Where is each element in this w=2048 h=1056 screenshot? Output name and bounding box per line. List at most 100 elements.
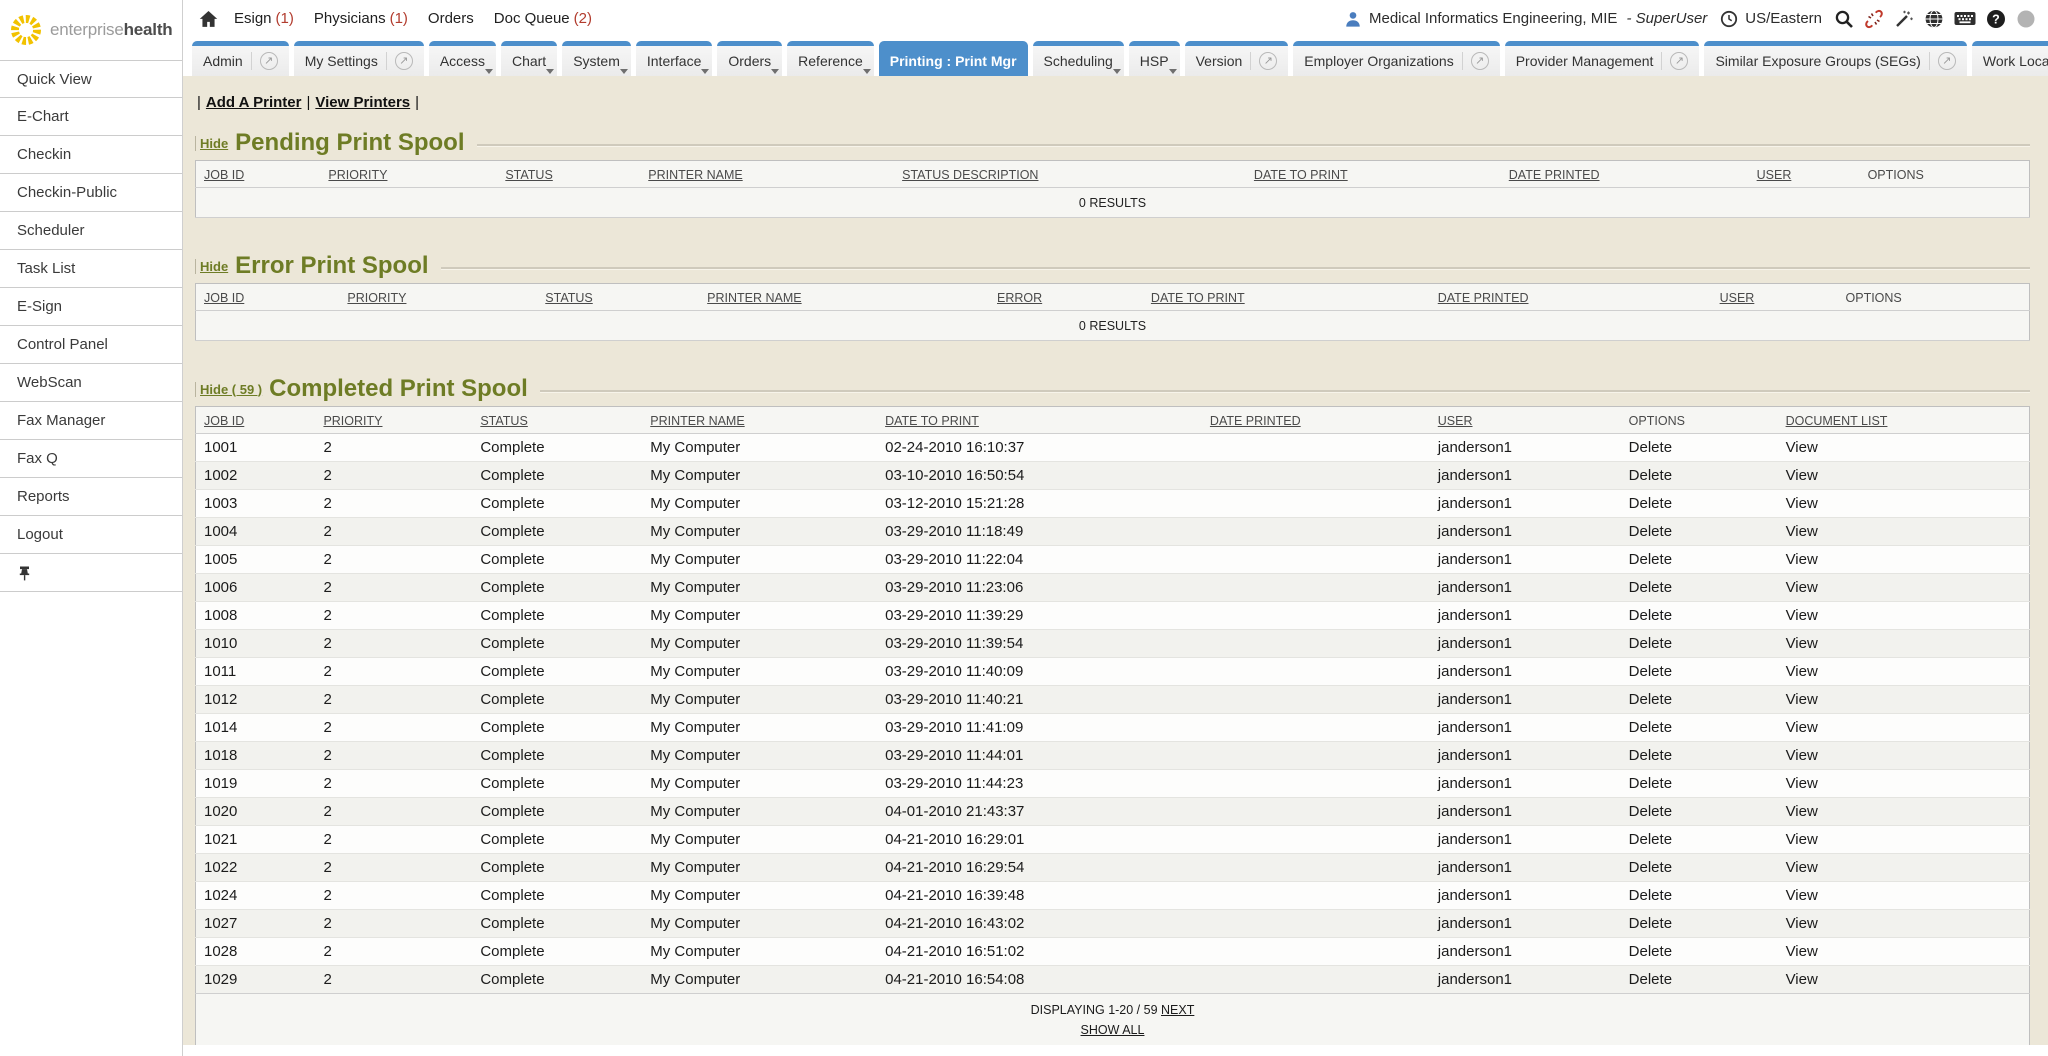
view-link[interactable]: View	[1786, 523, 1818, 540]
view-link[interactable]: View	[1786, 943, 1818, 960]
sort-link[interactable]: PRINTER NAME	[707, 291, 801, 305]
sidebar-item-reports[interactable]: Reports	[0, 478, 182, 516]
completed-hide-link[interactable]: Hide ( 59 )	[195, 382, 262, 397]
tab-admin[interactable]: Admin↗	[192, 41, 289, 76]
sort-link[interactable]: PRIORITY	[323, 414, 382, 428]
wand-icon[interactable]	[1894, 9, 1914, 29]
column-header-user[interactable]: USER	[1749, 161, 1860, 188]
popout-icon[interactable]: ↗	[1462, 52, 1489, 70]
popout-icon[interactable]: ↗	[386, 52, 413, 70]
popout-icon[interactable]: ↗	[1929, 52, 1956, 70]
column-header-printer-name[interactable]: PRINTER NAME	[640, 161, 894, 188]
sort-link[interactable]: STATUS	[505, 168, 552, 182]
sort-link[interactable]: PRIORITY	[328, 168, 387, 182]
sidebar-item-control-panel[interactable]: Control Panel	[0, 326, 182, 364]
column-header-printer-name[interactable]: PRINTER NAME	[642, 407, 877, 434]
sort-link[interactable]: DOCUMENT LIST	[1786, 414, 1888, 428]
column-header-document-list[interactable]: DOCUMENT LIST	[1778, 407, 2030, 434]
sort-link[interactable]: DATE PRINTED	[1438, 291, 1529, 305]
sort-link[interactable]: PRINTER NAME	[648, 168, 742, 182]
tab-version[interactable]: Version↗	[1185, 41, 1289, 76]
sort-link[interactable]: DATE PRINTED	[1210, 414, 1301, 428]
tab-my-settings[interactable]: My Settings↗	[294, 41, 424, 76]
column-header-user[interactable]: USER	[1430, 407, 1621, 434]
tab-reference[interactable]: Reference	[787, 41, 874, 76]
tab-interface[interactable]: Interface	[636, 41, 712, 76]
disconnect-icon[interactable]	[1864, 9, 1884, 29]
delete-link[interactable]: Delete	[1629, 915, 1672, 932]
delete-link[interactable]: Delete	[1629, 971, 1672, 988]
view-link[interactable]: View	[1786, 551, 1818, 568]
sort-link[interactable]: DATE TO PRINT	[885, 414, 979, 428]
tab-employer-organizations[interactable]: Employer Organizations↗	[1293, 41, 1499, 76]
delete-link[interactable]: Delete	[1629, 467, 1672, 484]
tab-orders[interactable]: Orders	[717, 41, 782, 76]
column-header-status[interactable]: STATUS	[472, 407, 642, 434]
view-link[interactable]: View	[1786, 859, 1818, 876]
popout-icon[interactable]: ↗	[1661, 52, 1688, 70]
tab-similar-exposure-groups-segs[interactable]: Similar Exposure Groups (SEGs)↗	[1704, 41, 1966, 76]
view-link[interactable]: View	[1786, 803, 1818, 820]
delete-link[interactable]: Delete	[1629, 943, 1672, 960]
sort-link[interactable]: PRINTER NAME	[650, 414, 744, 428]
tab-printing-print-mgr[interactable]: Printing : Print Mgr	[879, 41, 1028, 76]
column-header-user[interactable]: USER	[1712, 284, 1838, 311]
sidebar-item-scheduler[interactable]: Scheduler	[0, 212, 182, 250]
view-link[interactable]: View	[1786, 439, 1818, 456]
view-link[interactable]: View	[1786, 775, 1818, 792]
sort-link[interactable]: DATE TO PRINT	[1151, 291, 1245, 305]
column-header-priority[interactable]: PRIORITY	[320, 161, 497, 188]
delete-link[interactable]: Delete	[1629, 495, 1672, 512]
clock-icon[interactable]	[1720, 10, 1738, 28]
next-page-link[interactable]: NEXT	[1161, 1003, 1194, 1017]
menu-item-orders[interactable]: Orders	[428, 10, 474, 27]
delete-link[interactable]: Delete	[1629, 439, 1672, 456]
sort-link[interactable]: JOB ID	[204, 291, 244, 305]
globe-icon[interactable]	[1924, 9, 1944, 29]
column-header-date-to-print[interactable]: DATE TO PRINT	[877, 407, 1202, 434]
delete-link[interactable]: Delete	[1629, 691, 1672, 708]
sort-link[interactable]: PRIORITY	[347, 291, 406, 305]
tab-hsp[interactable]: HSP	[1129, 41, 1180, 76]
sort-link[interactable]: DATE PRINTED	[1509, 168, 1600, 182]
menu-item-doc-queue[interactable]: Doc Queue(2)	[494, 10, 592, 27]
menu-item-physicians[interactable]: Physicians(1)	[314, 10, 408, 27]
delete-link[interactable]: Delete	[1629, 803, 1672, 820]
delete-link[interactable]: Delete	[1629, 663, 1672, 680]
home-icon[interactable]	[199, 10, 218, 28]
delete-link[interactable]: Delete	[1629, 607, 1672, 624]
view-link[interactable]: View	[1786, 831, 1818, 848]
sidebar-item-webscan[interactable]: WebScan	[0, 364, 182, 402]
sort-link[interactable]: JOB ID	[204, 168, 244, 182]
popout-icon[interactable]: ↗	[1250, 52, 1277, 70]
sort-link[interactable]: STATUS	[480, 414, 527, 428]
sidebar-pin-item[interactable]	[0, 554, 182, 592]
sidebar-item-fax-q[interactable]: Fax Q	[0, 440, 182, 478]
column-header-date-printed[interactable]: DATE PRINTED	[1202, 407, 1430, 434]
sort-link[interactable]: STATUS DESCRIPTION	[902, 168, 1038, 182]
column-header-date-to-print[interactable]: DATE TO PRINT	[1143, 284, 1430, 311]
sidebar-item-e-chart[interactable]: E-Chart	[0, 98, 182, 136]
tab-provider-management[interactable]: Provider Management↗	[1505, 41, 1700, 76]
view-link[interactable]: View	[1786, 467, 1818, 484]
column-header-job-id[interactable]: JOB ID	[196, 284, 340, 311]
sidebar-item-e-sign[interactable]: E-Sign	[0, 288, 182, 326]
tab-access[interactable]: Access	[429, 41, 496, 76]
column-header-job-id[interactable]: JOB ID	[196, 161, 321, 188]
pending-hide-link[interactable]: Hide	[195, 136, 228, 151]
view-link[interactable]: View	[1786, 579, 1818, 596]
sidebar-item-task-list[interactable]: Task List	[0, 250, 182, 288]
view-link[interactable]: View	[1786, 495, 1818, 512]
delete-link[interactable]: Delete	[1629, 859, 1672, 876]
sort-link[interactable]: USER	[1438, 414, 1473, 428]
delete-link[interactable]: Delete	[1629, 719, 1672, 736]
sort-link[interactable]: USER	[1757, 168, 1792, 182]
column-header-date-printed[interactable]: DATE PRINTED	[1501, 161, 1749, 188]
view-link[interactable]: View	[1786, 971, 1818, 988]
add-a-printer-link[interactable]: Add A Printer	[206, 94, 302, 111]
column-header-error[interactable]: ERROR	[989, 284, 1143, 311]
tab-chart[interactable]: Chart	[501, 41, 557, 76]
tab-scheduling[interactable]: Scheduling	[1033, 41, 1124, 76]
column-header-job-id[interactable]: JOB ID	[196, 407, 316, 434]
sidebar-item-quick-view[interactable]: Quick View	[0, 60, 182, 98]
